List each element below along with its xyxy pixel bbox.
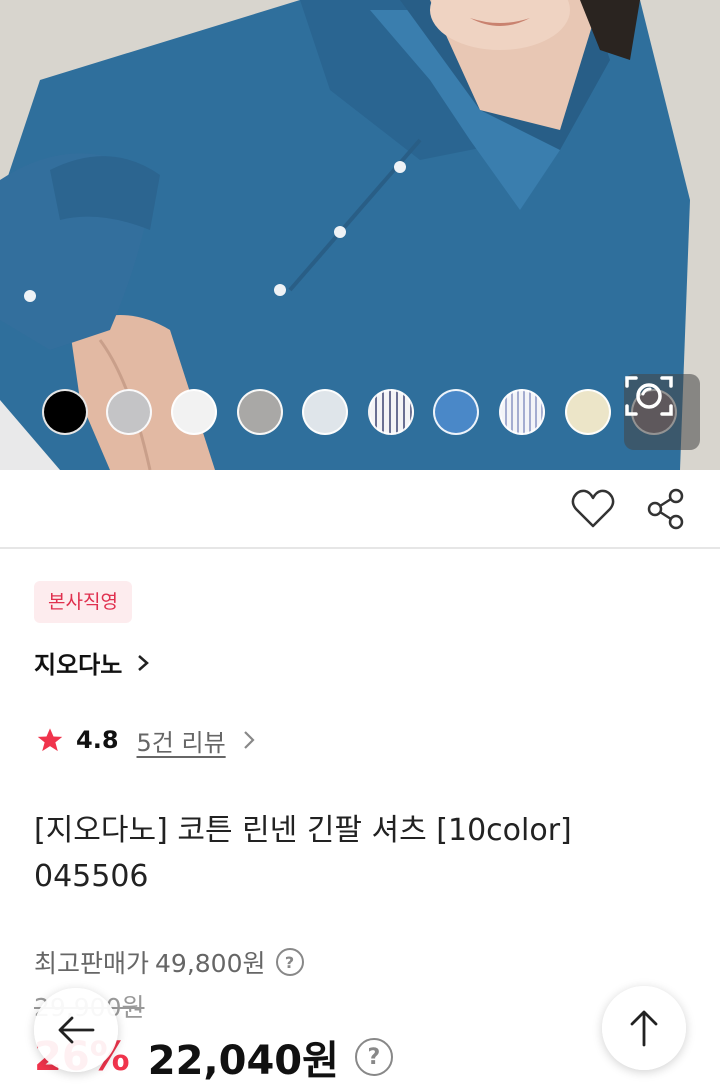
product-image[interactable] [0,0,720,470]
wishlist-button[interactable] [570,488,616,530]
rating-row: 4.8 5건 리뷰 [36,722,256,758]
arrow-up-icon [630,1010,658,1047]
color-swatch-2[interactable] [106,389,152,435]
color-swatch-4[interactable] [237,389,283,435]
sale-price: 22,040원 [147,1038,339,1084]
color-swatch-5[interactable] [302,389,348,435]
color-swatch-3[interactable] [171,389,217,435]
star-icon [37,728,63,752]
max-price-value: 49,800원 [155,949,266,978]
product-title: [지오다노] 코튼 린넨 긴팔 셔츠 [10color] 045506 [34,813,572,894]
model-photo [0,0,720,470]
share-icon [647,488,684,530]
color-swatch-7[interactable] [433,389,479,435]
share-button[interactable] [646,488,686,530]
image-search-icon [625,376,673,416]
max-price-row: 최고판매가 49,800원 ? [34,944,304,980]
brand-link[interactable]: 지오다노 [34,645,150,680]
chevron-right-icon [138,654,150,671]
brand-name: 지오다노 [34,651,123,679]
scroll-top-button[interactable] [602,986,686,1070]
image-search-button[interactable] [624,374,700,450]
color-swatch-6[interactable] [368,389,414,435]
official-store-badge: 본사직영 [34,581,132,623]
color-swatch-8[interactable] [499,389,545,435]
rating-score: 4.8 [76,726,119,754]
question-icon[interactable]: ? [354,1038,393,1076]
chevron-right-icon[interactable] [242,729,256,751]
question-icon[interactable]: ? [275,948,304,976]
back-button[interactable] [34,988,118,1072]
heart-icon [571,489,615,528]
max-price-label: 최고판매가 [34,949,150,978]
color-swatch-1[interactable] [42,389,88,435]
arrow-left-icon [58,1016,95,1044]
color-swatch-9[interactable] [565,389,611,435]
review-count-link[interactable]: 5건 리뷰 [137,723,226,758]
